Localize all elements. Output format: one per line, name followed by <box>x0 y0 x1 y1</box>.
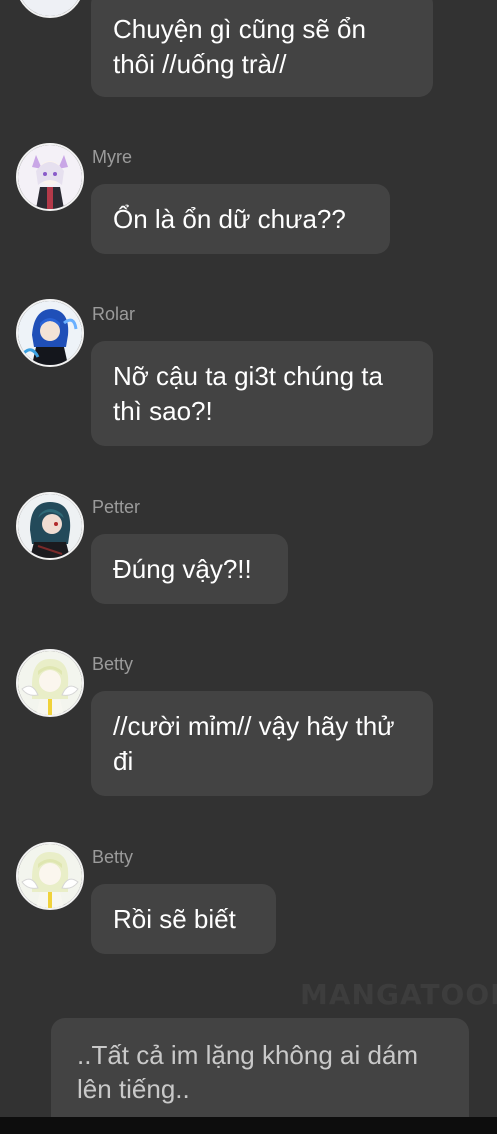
bottom-bar <box>0 1117 497 1134</box>
message-bubble: Chuyện gì cũng sẽ ổn thôi //uống trà// <box>91 0 433 97</box>
message-text: Nỡ cậu ta gi3t chúng ta thì sao?! <box>113 361 383 426</box>
message-bubble: //cười mỉm// vậy hãy thử đi <box>91 691 433 796</box>
sender-name: Rolar <box>92 304 136 324</box>
sender-name: Petter <box>92 497 141 517</box>
petter-avatar-icon[interactable] <box>16 492 84 560</box>
message-text: Đúng vậy?!! <box>113 554 252 584</box>
rolar-avatar-icon[interactable] <box>16 299 84 367</box>
message-text: Ổn là ổn dữ chưa?? <box>113 204 346 234</box>
character-avatar-icon[interactable] <box>16 0 84 18</box>
message-bubble: Ổn là ổn dữ chưa?? <box>91 184 390 254</box>
sender-name: Myre <box>92 147 132 167</box>
message-text: Rồi sẽ biết <box>113 904 236 934</box>
watermark: MANGATOON <box>300 978 497 1011</box>
message-bubble: Nỡ cậu ta gi3t chúng ta thì sao?! <box>91 341 433 446</box>
message-text: //cười mỉm// vậy hãy thử đi <box>113 711 395 776</box>
sender-name: Betty <box>92 847 134 867</box>
betty-avatar-icon[interactable] <box>16 842 84 910</box>
sender-name: Betty <box>92 654 134 674</box>
message-bubble: Đúng vậy?!! <box>91 534 288 604</box>
message-bubble: Rồi sẽ biết <box>91 884 276 954</box>
message-text: Chuyện gì cũng sẽ ổn thôi //uống trà// <box>113 14 366 79</box>
narration-text: ..Tất cả im lặng không ai dám lên tiếng.… <box>77 1040 419 1104</box>
myre-avatar-icon[interactable] <box>16 143 84 211</box>
betty-avatar-icon[interactable] <box>16 649 84 717</box>
